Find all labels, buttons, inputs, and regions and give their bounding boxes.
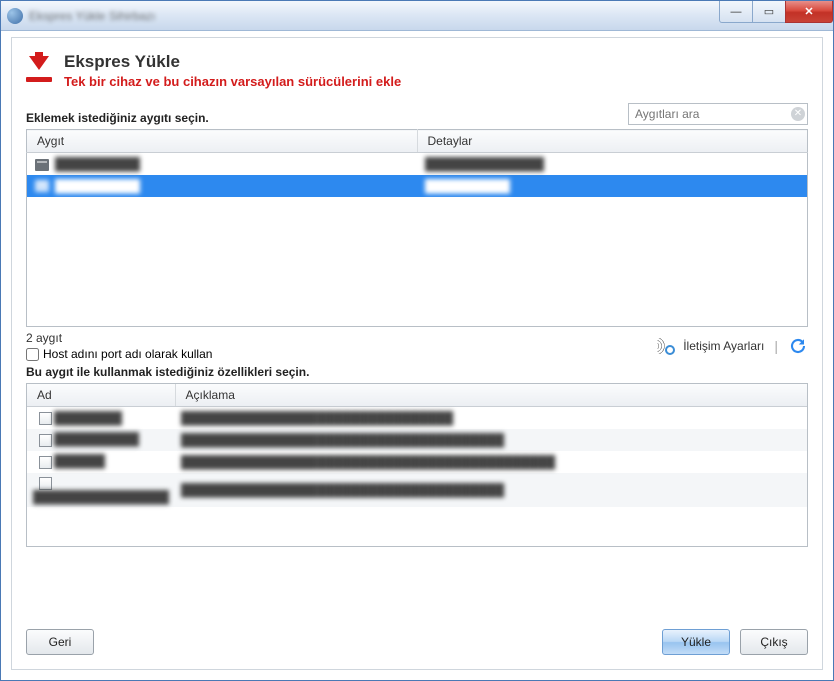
close-button[interactable]: ✕	[785, 1, 833, 23]
comm-settings-link[interactable]: İletişim Ayarları	[683, 339, 764, 353]
feature-name: ██████████	[54, 432, 139, 446]
features-table-wrap: Ad Açıklama ████████ ███████████████████…	[26, 383, 808, 547]
back-button[interactable]: Geri	[26, 629, 94, 655]
feature-row[interactable]: ████████████████ ███████████████████████…	[27, 473, 807, 507]
device-row[interactable]: ██████████ ██████████████	[27, 153, 808, 175]
feature-name: ██████	[54, 454, 105, 468]
device-table: Aygıt Detaylar ██████████ ██████████████…	[26, 129, 808, 327]
feature-desc: ██████████████████████████████████████	[181, 433, 504, 447]
window-title: Ekspres Yükle Sihirbazı	[29, 9, 156, 23]
comm-settings-icon	[651, 337, 675, 355]
download-icon	[26, 54, 52, 82]
page-subtitle: Tek bir cihaz ve bu cihazın varsayılan s…	[64, 74, 401, 89]
button-bar: Geri Yükle Çıkış	[26, 629, 808, 655]
device-row[interactable]: ██████████ ██████████	[27, 175, 808, 197]
device-details: ██████████	[425, 179, 510, 193]
maximize-button[interactable]: ▭	[752, 1, 786, 23]
device-name: ██████████	[55, 157, 140, 171]
separator: |	[774, 338, 778, 354]
device-section-label: Eklemek istediğiniz aygıtı seçin.	[26, 111, 209, 125]
feature-name: ████████	[54, 411, 122, 425]
hostport-checkbox[interactable]	[26, 348, 39, 361]
features-section-label: Bu aygıt ile kullanmak istediğiniz özell…	[26, 365, 808, 379]
search-wrap: ✕	[628, 103, 808, 125]
titlebar[interactable]: Ekspres Yükle Sihirbazı — ▭ ✕	[1, 1, 833, 31]
device-icon	[35, 159, 49, 171]
content-pane: Ekspres Yükle Tek bir cihaz ve bu cihazı…	[11, 37, 823, 670]
refresh-button[interactable]	[788, 336, 808, 356]
feature-row[interactable]: ██████████ █████████████████████████████…	[27, 429, 807, 451]
feature-row[interactable]: ██████ █████████████████████████████████…	[27, 451, 807, 473]
feature-desc: ████████████████████████████████	[181, 411, 453, 425]
hostport-checkbox-label: Host adını port adı olarak kullan	[43, 347, 212, 361]
feature-checkbox[interactable]	[39, 456, 52, 469]
device-icon	[35, 180, 49, 192]
search-input[interactable]	[628, 103, 808, 125]
feature-checkbox[interactable]	[39, 477, 52, 490]
feature-name: ████████████████	[33, 490, 169, 504]
app-icon	[7, 8, 23, 24]
feature-row[interactable]: ████████ ███████████████████████████████…	[27, 407, 807, 429]
features-table: Ad Açıklama ████████ ███████████████████…	[27, 384, 807, 507]
hostport-checkbox-row[interactable]: Host adını port adı olarak kullan	[26, 347, 212, 361]
install-button[interactable]: Yükle	[662, 629, 730, 655]
feature-col-name[interactable]: Ad	[27, 384, 175, 407]
exit-button[interactable]: Çıkış	[740, 629, 808, 655]
installer-window: Ekspres Yükle Sihirbazı — ▭ ✕ Ekspres Yü…	[0, 0, 834, 681]
device-count-label: 2 aygıt	[26, 331, 212, 345]
feature-checkbox[interactable]	[39, 434, 52, 447]
device-name: ██████████	[55, 179, 140, 193]
window-controls: — ▭ ✕	[720, 1, 833, 23]
page-header: Ekspres Yükle Tek bir cihaz ve bu cihazı…	[26, 52, 808, 89]
minimize-button[interactable]: —	[719, 1, 753, 23]
device-col-name[interactable]: Aygıt	[27, 130, 418, 153]
feature-checkbox[interactable]	[39, 412, 52, 425]
device-details: ██████████████	[425, 157, 544, 171]
feature-col-desc[interactable]: Açıklama	[175, 384, 807, 407]
device-col-details[interactable]: Detaylar	[417, 130, 808, 153]
page-title: Ekspres Yükle	[64, 52, 401, 72]
clear-search-icon[interactable]: ✕	[791, 107, 805, 121]
feature-desc: ██████████████████████████████████████	[181, 483, 504, 497]
feature-desc: ████████████████████████████████████████…	[181, 455, 555, 469]
refresh-icon	[789, 337, 807, 355]
